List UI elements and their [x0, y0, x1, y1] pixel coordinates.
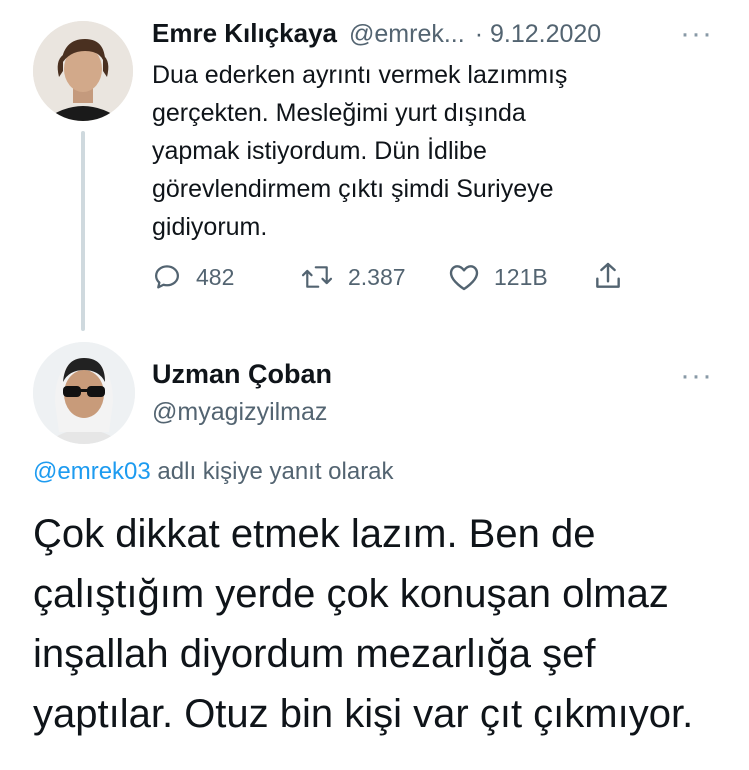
author-handle[interactable]: @emrek...: [349, 20, 465, 49]
share-action[interactable]: [592, 260, 624, 292]
more-options-icon[interactable]: ···: [680, 361, 713, 391]
retweet-count: 2.387: [348, 263, 406, 290]
more-options-icon[interactable]: ···: [680, 19, 713, 49]
author-name[interactable]: Emre Kılıçkaya: [152, 18, 337, 49]
heart-icon: [449, 265, 479, 291]
reply-count: 482: [196, 263, 235, 290]
tweet-date[interactable]: · 9.12.2020: [475, 20, 602, 49]
avatar[interactable]: [33, 342, 135, 444]
tweet-actions: 482 2.387 121B: [152, 258, 652, 298]
retweet-action[interactable]: 2.387: [300, 262, 406, 292]
thread-connector-line: [81, 131, 85, 331]
avatar[interactable]: [33, 21, 133, 121]
reply-icon: [155, 265, 179, 289]
tweet-header: Emre Kılıçkaya @emrek... · 9.12.2020: [152, 18, 712, 52]
replying-to-handle[interactable]: @emrek03: [33, 458, 151, 485]
replying-to: @emrek03 adlı kişiye yanıt olarak: [33, 458, 394, 486]
tweet-text: Dua ederken ayrıntı vermek lazımmış gerç…: [152, 61, 568, 241]
avatar-photo-emre: [33, 21, 133, 121]
reply-text: Çok dikkat etmek lazım. Ben de çalıştığı…: [33, 512, 694, 736]
reply-action[interactable]: 482: [152, 262, 234, 292]
share-icon: [596, 262, 620, 288]
like-count: 121B: [494, 263, 548, 290]
like-action[interactable]: 121B: [448, 262, 548, 292]
retweet-icon: [301, 266, 333, 288]
author-name[interactable]: Uzman Çoban: [152, 359, 332, 390]
author-handle[interactable]: @myagizyilmaz: [152, 398, 327, 427]
replying-to-label: adlı kişiye yanıt olarak: [157, 458, 394, 485]
avatar-photo-uzman: [33, 342, 135, 444]
